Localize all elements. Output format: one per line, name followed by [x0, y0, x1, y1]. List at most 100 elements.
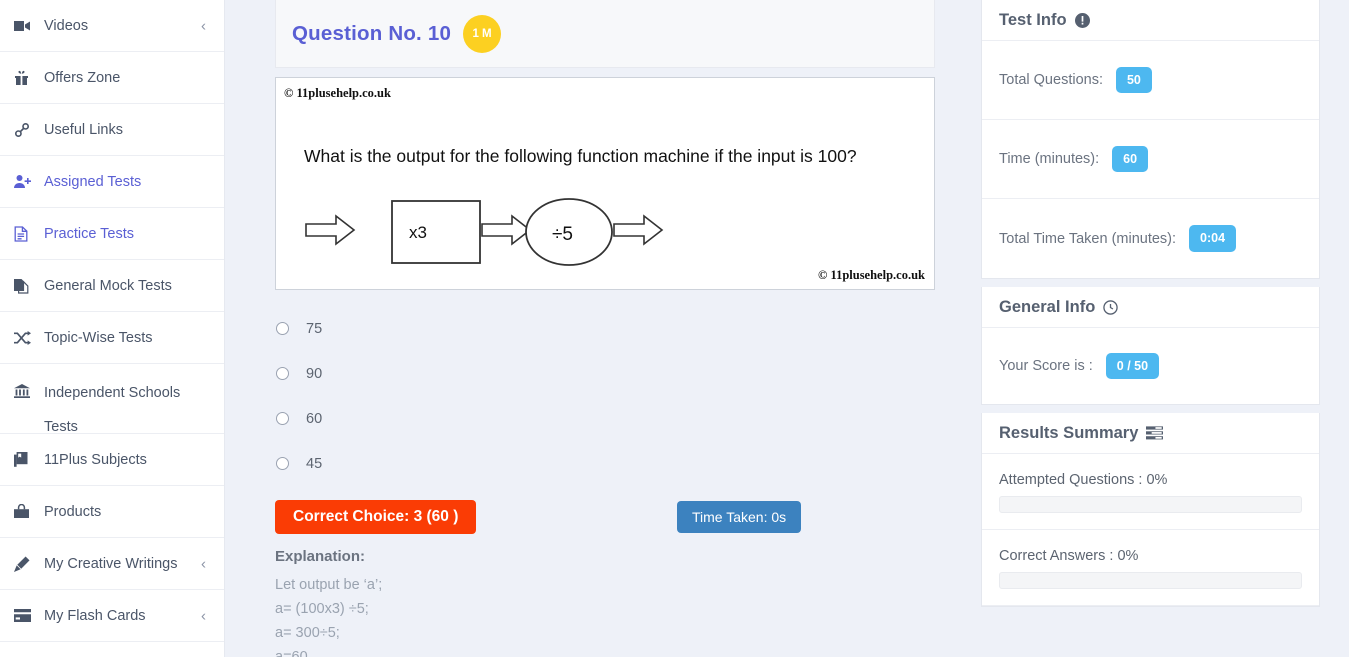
score-value: 0 / 50 — [1105, 352, 1160, 380]
chevron-left-icon[interactable]: ‹ — [201, 608, 206, 623]
main-region: Question No. 10 1 M © 11plusehelp.co.uk … — [225, 0, 1349, 657]
explanation-line: a=60. — [275, 649, 312, 657]
sidebar-item-label: Assigned Tests — [44, 173, 142, 190]
total-questions-value: 50 — [1115, 66, 1152, 94]
svg-text:÷5: ÷5 — [552, 224, 573, 245]
test-info-heading-label: Test Info — [999, 10, 1067, 29]
sidebar: Videos ‹ Offers Zone Useful Links Assign… — [0, 0, 225, 657]
sidebar-item-practice-tests[interactable]: Practice Tests — [0, 208, 224, 260]
table-row: Total Questions: 50 — [982, 41, 1319, 120]
table-row: Your Score is : 0 / 50 — [982, 328, 1319, 404]
answer-option-label: 45 — [306, 455, 323, 472]
page-title: Question No. 10 — [292, 21, 452, 45]
copy-files-icon — [14, 278, 40, 294]
attempted-questions-label: Attempted Questions : 0% — [999, 472, 1168, 488]
test-info-card: Test Info Total Questions: 50 Time (minu… — [981, 0, 1320, 279]
time-taken-button[interactable]: Time Taken: 0s — [677, 501, 802, 533]
user-plus-icon — [14, 174, 40, 189]
total-time-taken-label: Total Time Taken (minutes): — [999, 230, 1177, 247]
sidebar-item-independent-schools-tests[interactable]: Independent Schools Tests — [0, 364, 224, 435]
watermark-bottom-right: © 11plusehelp.co.uk — [818, 268, 925, 282]
link-icon — [14, 122, 40, 138]
clock-icon — [1103, 299, 1118, 315]
test-info-heading: Test Info — [982, 0, 1319, 41]
sidebar-item-label: Products — [44, 503, 102, 520]
sidebar-item-my-flash-cards[interactable]: My Flash Cards ‹ — [0, 590, 224, 642]
sidebar-item-general-mock-tests[interactable]: General Mock Tests — [0, 260, 224, 312]
radio-icon[interactable] — [276, 412, 289, 425]
answer-option[interactable]: 75 — [275, 306, 935, 351]
chevron-left-icon[interactable]: ‹ — [201, 556, 206, 571]
explanation-section: Explanation: Let output be ‘a’; a= (100x… — [275, 548, 935, 657]
server-list-icon — [1146, 426, 1164, 440]
sidebar-item-label: General Mock Tests — [44, 277, 172, 294]
action-buttons: Correct Choice: 3 (60 ) Time Taken: 0s — [275, 500, 935, 542]
answer-option[interactable]: 45 — [275, 441, 935, 486]
answer-option-label: 60 — [306, 410, 323, 427]
question-image: © 11plusehelp.co.uk What is the output f… — [275, 77, 935, 290]
question-prompt: What is the output for the following fun… — [304, 146, 857, 166]
answer-option[interactable]: 90 — [275, 351, 935, 396]
answer-option-label: 90 — [306, 365, 323, 382]
sidebar-item-assigned-tests[interactable]: Assigned Tests — [0, 156, 224, 208]
score-label: Your Score is : — [999, 358, 1093, 374]
time-minutes-label: Time (minutes): — [999, 151, 1100, 167]
explanation-title: Explanation: — [275, 548, 366, 565]
sidebar-item-label: My Creative Writings — [44, 555, 178, 572]
right-panel: Test Info Total Questions: 50 Time (minu… — [981, 0, 1320, 615]
explanation-line: Let output be ‘a’; — [275, 577, 383, 593]
general-info-heading: General Info — [982, 287, 1319, 328]
total-time-taken-value: 0:04 — [1189, 225, 1237, 252]
shuffle-icon — [14, 330, 40, 345]
correct-answers-row: Correct Answers : 0% — [982, 530, 1319, 606]
sidebar-item-videos[interactable]: Videos ‹ — [0, 0, 224, 52]
sidebar-item-useful-links[interactable]: Useful Links — [0, 104, 224, 156]
sidebar-item-label: Offers Zone — [44, 69, 121, 86]
explanation-line: a= 300÷5; — [275, 625, 340, 641]
function-machine-diagram: x3 ÷5 — [304, 196, 664, 271]
gift-icon — [14, 70, 40, 86]
time-minutes-value: 60 — [1112, 145, 1149, 173]
marks-badge: 1 M — [463, 14, 502, 53]
results-summary-heading-label: Results Summary — [999, 423, 1139, 442]
question-column: Question No. 10 1 M © 11plusehelp.co.uk … — [275, 0, 935, 657]
attempted-questions-progress — [999, 496, 1302, 513]
question-header: Question No. 10 1 M — [275, 0, 935, 68]
video-icon — [14, 18, 40, 34]
sidebar-item-11plus-subjects[interactable]: 11Plus Subjects — [0, 434, 224, 486]
results-summary-card: Results Summary Attempted Questions : 0%… — [981, 413, 1320, 607]
radio-icon[interactable] — [276, 367, 289, 380]
app-root: Videos ‹ Offers Zone Useful Links Assign… — [0, 0, 1349, 657]
radio-icon[interactable] — [276, 322, 289, 335]
sidebar-item-label: Videos — [44, 17, 89, 34]
bank-icon — [14, 384, 40, 399]
correct-answers-label: Correct Answers : 0% — [999, 548, 1139, 564]
correct-choice-button[interactable]: Correct Choice: 3 (60 ) — [275, 500, 477, 534]
sidebar-item-offers-zone[interactable]: Offers Zone — [0, 52, 224, 104]
chevron-left-icon[interactable]: ‹ — [201, 18, 206, 33]
general-info-card: General Info Your Score is : 0 / 50 — [981, 287, 1320, 405]
explanation-line: a= (100x3) ÷5; — [275, 601, 369, 617]
results-summary-heading: Results Summary — [982, 413, 1319, 454]
table-row: Total Time Taken (minutes): 0:04 — [982, 199, 1319, 278]
svg-text:x3: x3 — [409, 223, 427, 242]
correct-answers-progress — [999, 572, 1302, 589]
total-questions-label: Total Questions: — [999, 72, 1103, 88]
answer-options: 75 90 60 45 — [275, 306, 935, 486]
sidebar-item-label: My Flash Cards — [44, 607, 146, 624]
card-icon — [14, 609, 40, 622]
attempted-questions-row: Attempted Questions : 0% — [982, 454, 1319, 530]
pencil-icon — [14, 556, 40, 572]
sidebar-item-my-creative-writings[interactable]: My Creative Writings ‹ — [0, 538, 224, 590]
sidebar-item-topic-wise-tests[interactable]: Topic-Wise Tests — [0, 312, 224, 364]
info-circle-icon — [1074, 12, 1090, 28]
sidebar-item-label: Useful Links — [44, 121, 123, 138]
sidebar-item-label: Topic-Wise Tests — [44, 329, 153, 346]
general-info-heading-label: General Info — [999, 297, 1096, 316]
watermark-top-left: © 11plusehelp.co.uk — [284, 86, 391, 100]
radio-icon[interactable] — [276, 457, 289, 470]
answer-option[interactable]: 60 — [275, 396, 935, 441]
sidebar-item-label: 11Plus Subjects — [44, 451, 147, 468]
sidebar-item-label: Practice Tests — [44, 225, 134, 242]
sidebar-item-products[interactable]: Products — [0, 486, 224, 538]
